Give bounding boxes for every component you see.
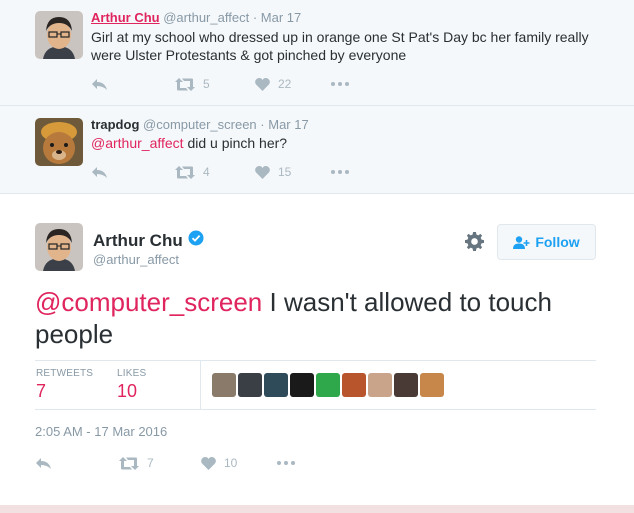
like-button[interactable]: 10: [201, 454, 277, 472]
liker-avatar[interactable]: [290, 373, 314, 397]
follow-label: Follow: [535, 234, 580, 250]
tweet-date[interactable]: Mar 17: [261, 10, 301, 25]
tweet-header: Arthur Chu @arthur_affect · Mar 17: [91, 10, 301, 25]
more-button[interactable]: [277, 454, 295, 472]
liker-avatar[interactable]: [316, 373, 340, 397]
gear-icon[interactable]: [465, 232, 484, 256]
liker-avatar[interactable]: [342, 373, 366, 397]
follow-button[interactable]: Follow: [497, 224, 596, 260]
heart-icon: [201, 456, 216, 470]
retweets-value: 7: [36, 381, 47, 401]
liker-avatar[interactable]: [420, 373, 444, 397]
liker-avatars: [212, 373, 446, 397]
author-name[interactable]: trapdog: [91, 117, 139, 132]
tweet-header: trapdog @computer_screen · Mar 17: [91, 117, 309, 132]
avatar[interactable]: [35, 118, 83, 166]
tweet-stats: RETWEETS 7 LIKES 10: [35, 360, 596, 410]
tweet-date[interactable]: Mar 17: [268, 117, 308, 132]
retweet-count: 7: [147, 456, 154, 470]
reply-icon: [92, 78, 107, 90]
likes-label: LIKES: [117, 368, 147, 379]
reply-button[interactable]: [91, 163, 175, 181]
tweet-trapdog[interactable]: trapdog @computer_screen · Mar 17 @arthu…: [0, 106, 634, 194]
liker-avatar[interactable]: [264, 373, 288, 397]
like-button[interactable]: 22: [255, 75, 331, 93]
author-handle[interactable]: @arthur_affect: [93, 252, 179, 267]
retweet-button[interactable]: 4: [175, 163, 255, 181]
tweet-actions: 5 22: [91, 75, 349, 93]
retweet-icon: [175, 165, 195, 179]
author-name[interactable]: Arthur Chu: [91, 10, 160, 25]
tweet-text: Girl at my school who dressed up in oran…: [91, 29, 589, 63]
tweet-actions: 7 10: [35, 454, 295, 472]
liker-avatar[interactable]: [368, 373, 392, 397]
main-tweet: Arthur Chu @arthur_affect Follow @comput…: [0, 194, 634, 505]
liker-avatar[interactable]: [212, 373, 236, 397]
more-icon: [277, 461, 295, 465]
more-icon: [331, 82, 349, 86]
author-name[interactable]: Arthur Chu: [93, 231, 183, 251]
tweet-actions: 4 15: [91, 163, 349, 181]
reply-button[interactable]: [91, 75, 175, 93]
mention-link[interactable]: @arthur_affect: [91, 135, 184, 151]
like-count: 22: [278, 77, 292, 91]
retweets-label: RETWEETS: [36, 368, 94, 379]
tweet-text-rest: did u pinch her?: [183, 135, 288, 151]
author-name-row: Arthur Chu: [93, 230, 204, 251]
bottom-strip: [0, 505, 634, 513]
separator: ·: [260, 117, 265, 132]
retweet-button[interactable]: 5: [175, 75, 255, 93]
reply-button[interactable]: [35, 454, 119, 472]
like-count: 15: [278, 165, 292, 179]
tweet-timestamp[interactable]: 2:05 AM - 17 Mar 2016: [35, 424, 167, 439]
tweet-arthur-chu[interactable]: Arthur Chu @arthur_affect · Mar 17 Girl …: [0, 0, 634, 106]
heart-icon: [255, 165, 270, 179]
tweet-text: @arthur_affect did u pinch her?: [91, 134, 611, 152]
more-button[interactable]: [331, 163, 349, 181]
likes-stat[interactable]: LIKES 10: [117, 368, 146, 402]
more-button[interactable]: [331, 75, 349, 93]
like-count: 10: [224, 456, 238, 470]
reply-icon: [92, 166, 107, 178]
likes-value: 10: [117, 381, 138, 401]
avatar[interactable]: [35, 11, 83, 59]
author-handle[interactable]: @computer_screen: [143, 117, 257, 132]
mention-link[interactable]: @computer_screen: [35, 287, 262, 317]
liker-avatar[interactable]: [394, 373, 418, 397]
avatar[interactable]: [35, 223, 83, 271]
retweet-button[interactable]: 7: [119, 454, 201, 472]
stats-divider: [200, 361, 201, 409]
like-button[interactable]: 15: [255, 163, 331, 181]
separator: ·: [252, 10, 258, 25]
tweet-text: @computer_screen I wasn't allowed to tou…: [35, 286, 595, 350]
retweet-count: 5: [203, 77, 210, 91]
retweet-icon: [175, 77, 195, 91]
add-user-icon: [513, 235, 530, 249]
reply-icon: [36, 457, 51, 469]
more-icon: [331, 170, 349, 174]
retweet-count: 4: [203, 165, 210, 179]
retweet-icon: [119, 456, 139, 470]
verified-badge-icon: [188, 230, 204, 251]
author-handle[interactable]: @arthur_affect: [163, 10, 249, 25]
retweets-stat[interactable]: RETWEETS 7: [36, 368, 93, 402]
heart-icon: [255, 77, 270, 91]
liker-avatar[interactable]: [238, 373, 262, 397]
